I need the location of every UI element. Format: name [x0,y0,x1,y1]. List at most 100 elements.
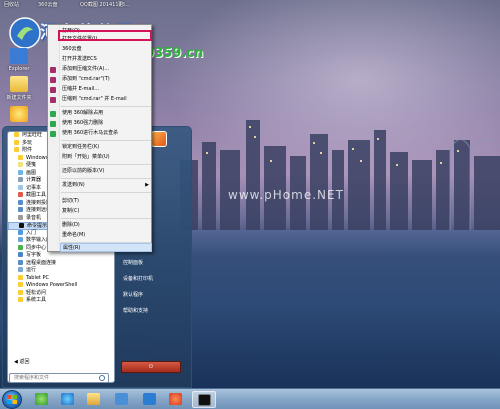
notepad-icon [18,184,23,190]
winrar-icon [50,87,56,93]
ctx-restore-versions[interactable]: 还原以前的版本(V) [60,167,152,176]
program-item-ease-of-access[interactable]: 轻松访问 [8,289,116,298]
ctx-360-force-delete[interactable]: 使用 360强力删除 [50,119,152,128]
math-input-icon [18,237,23,242]
360-icon [50,111,56,117]
winrar-icon [50,67,56,73]
folder-icon [14,139,19,145]
back-button[interactable]: ◀ 返回 [14,358,29,365]
sticky-notes-icon [18,162,23,167]
right-item-default-programs[interactable]: 默认程序 [123,291,143,298]
media-player-icon [169,393,182,405]
remote-desktop-icon [18,259,23,265]
program-item-remote-desktop[interactable]: 远程桌面连接 [8,259,116,268]
taskbar-app-explorer[interactable] [82,391,106,408]
folder-icon [14,132,19,137]
context-menu-gutter [48,25,60,251]
app-icon [10,106,28,122]
scissors-icon [18,192,23,197]
ctx-add-to-archive[interactable]: 添加到压缩文件(A)... [50,65,152,74]
getting-started-icon [18,229,23,235]
ctx-360-unlock[interactable]: 使用 360解除占用 [50,109,152,118]
ctx-cut[interactable]: 剪切(T) [60,197,152,206]
ctx-360-trojan-scan[interactable]: 使用 360进行木马云查杀 [50,129,152,138]
wordpad-icon [18,252,23,257]
winrar-icon [50,77,56,83]
start-button[interactable] [2,390,22,409]
internet-explorer-icon [61,393,74,405]
desktop-icon-label: 新建文件夹 [6,95,32,101]
taskbar-app-cmd[interactable] [192,391,216,408]
explorer-icon [10,48,28,64]
ctx-360-cloud[interactable]: 360云盘 [60,45,152,54]
ctx-delete[interactable]: 删除(D) [60,221,152,230]
program-item-run[interactable]: 运行 [8,267,116,275]
highlight-annotation-box [58,30,152,41]
run-icon [18,267,23,272]
ctx-separator [61,164,151,165]
folder-icon [18,282,23,287]
ctx-compress-email[interactable]: 压缩并 E-mail... [50,85,152,94]
wallpaper-skyline [180,120,500,230]
right-item-devices-printers[interactable]: 设备和打印机 [123,275,153,282]
user-avatar[interactable] [151,131,167,147]
ctx-add-to-cmd-rar[interactable]: 添加到 "cmd.rar"(T) [50,75,152,84]
top-label-cloud: 360云盘 [38,2,58,8]
ctx-copy[interactable]: 复制(C) [60,207,152,216]
ctx-send-to[interactable]: 发送到(N) ▶ [60,181,152,190]
taskbar-app-bird[interactable] [138,391,162,408]
folder-icon [87,393,100,405]
site-logo-icon [9,17,41,49]
360-shield-icon [50,131,56,137]
ctx-pin-taskbar[interactable]: 锁定到任务栏(K) [60,143,152,152]
network-icon [18,207,23,212]
folder-icon [18,274,23,280]
folder-icon [10,76,28,92]
program-item-wordpad[interactable]: 写字板 [8,252,116,260]
program-item-system-tools[interactable]: 系统工具 [8,297,116,305]
winrar-icon [50,97,56,103]
ctx-open-ecs[interactable]: 打开并发送ECS [60,55,152,64]
paint-icon [18,169,23,175]
ctx-properties[interactable]: 属性(R) [60,243,152,252]
taskbar-app-360[interactable] [30,391,54,408]
folder-icon [18,154,23,160]
ctx-separator [61,140,151,141]
wallpaper-water [150,230,500,388]
program-item-tablet-pc[interactable]: Tablet PC [8,274,116,283]
projector-icon [18,199,23,205]
ctx-compress-cmd-email[interactable]: 压缩到 "cmd.rar" 并 E-mail [50,95,152,104]
desktop-icon-explorer[interactable]: Explorer [2,48,36,72]
watermark-bottom: www.pHome.NET [228,188,344,202]
desktop-icon-new-folder[interactable]: 新建文件夹 [2,76,36,101]
program-item-powershell[interactable]: Windows PowerShell [8,282,116,290]
search-input[interactable]: 搜索程序和文件 [9,373,109,383]
desktop-icon-app[interactable] [2,106,36,124]
right-item-control-panel[interactable]: 控制面板 [123,259,143,266]
network-icon [115,393,128,405]
right-item-help-support[interactable]: 帮助和支持 [123,307,148,314]
command-prompt-icon [19,223,24,228]
taskbar-app-ie[interactable] [56,391,80,408]
top-label-recycle: 回收站 [4,2,20,8]
ctx-rename[interactable]: 重命名(M) [60,231,152,240]
taskbar-app-media[interactable] [164,391,188,408]
360-icon [50,121,56,127]
top-label-more: 更 [118,2,124,8]
folder-icon [18,297,23,302]
taskbar [0,388,500,409]
ctx-pin-start[interactable]: 附到「开始」菜单(U) [60,153,152,162]
taskbar-app-network[interactable] [110,391,134,408]
ctx-separator [61,192,151,193]
ctx-separator [61,178,151,179]
command-prompt-icon [198,394,211,406]
power-icon: ⏻ [149,364,153,370]
microphone-icon [18,214,23,220]
app-bird-icon [143,393,156,405]
shutdown-button[interactable]: ⏻ [121,361,181,373]
360-browser-icon [35,393,48,405]
windows-logo-icon [7,395,17,404]
ctx-separator [61,106,151,107]
ctx-separator [61,218,151,219]
calculator-icon [18,177,23,182]
